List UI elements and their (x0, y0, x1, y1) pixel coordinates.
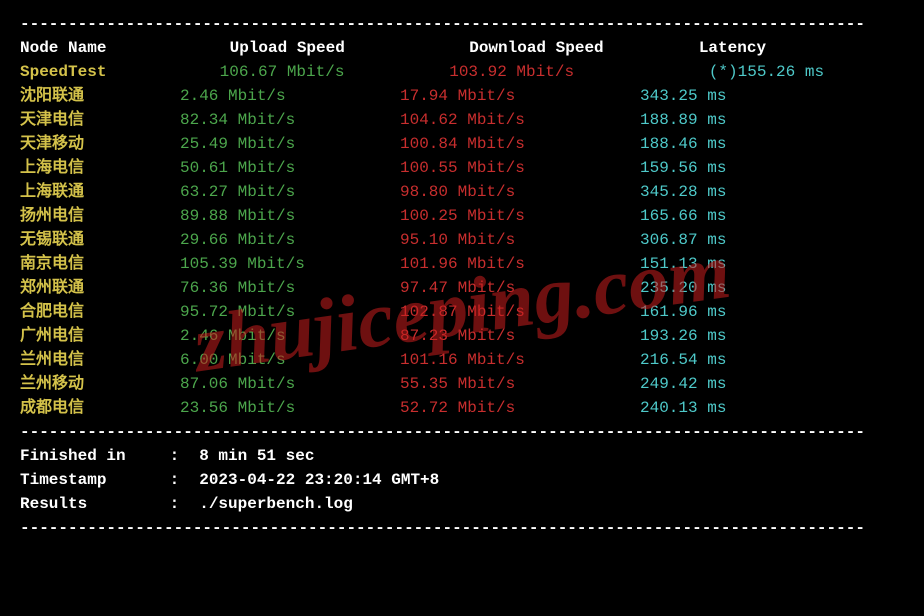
upload-speed: 87.06 Mbit/s (180, 372, 400, 396)
table-row: 郑州联通76.36 Mbit/s97.47 Mbit/s235.20 ms (20, 276, 904, 300)
table-row: 成都电信23.56 Mbit/s52.72 Mbit/s240.13 ms (20, 396, 904, 420)
latency: 343.25 ms (640, 84, 726, 108)
results-value: ./superbench.log (199, 495, 353, 513)
upload-speed: 2.46 Mbit/s (180, 324, 400, 348)
header-download: Download Speed (419, 36, 659, 60)
latency: 188.89 ms (640, 108, 726, 132)
upload-speed: 82.34 Mbit/s (180, 108, 400, 132)
footer-timestamp: Timestamp : 2023-04-22 23:20:14 GMT+8 (20, 468, 904, 492)
table-row: 沈阳联通2.46 Mbit/s17.94 Mbit/s343.25 ms (20, 84, 904, 108)
latency: 345.28 ms (640, 180, 726, 204)
speedtest-name: SpeedTest (20, 60, 180, 84)
node-name: 合肥电信 (20, 300, 180, 324)
speedtest-upload: 106.67 Mbit/s (190, 60, 410, 84)
download-speed: 102.87 Mbit/s (400, 300, 640, 324)
upload-speed: 76.36 Mbit/s (180, 276, 400, 300)
node-name: 上海电信 (20, 156, 180, 180)
upload-speed: 89.88 Mbit/s (180, 204, 400, 228)
download-speed: 52.72 Mbit/s (400, 396, 640, 420)
table-row: 上海电信50.61 Mbit/s100.55 Mbit/s159.56 ms (20, 156, 904, 180)
download-speed: 98.80 Mbit/s (400, 180, 640, 204)
node-name: 天津移动 (20, 132, 180, 156)
header-upload: Upload Speed (190, 36, 410, 60)
upload-speed: 95.72 Mbit/s (180, 300, 400, 324)
upload-speed: 23.56 Mbit/s (180, 396, 400, 420)
finished-label: Finished in (20, 444, 160, 468)
table-row: 天津移动25.49 Mbit/s100.84 Mbit/s188.46 ms (20, 132, 904, 156)
download-speed: 100.25 Mbit/s (400, 204, 640, 228)
node-name: 天津电信 (20, 108, 180, 132)
table-row: 无锡联通29.66 Mbit/s95.10 Mbit/s306.87 ms (20, 228, 904, 252)
latency: 249.42 ms (640, 372, 726, 396)
latency: 235.20 ms (640, 276, 726, 300)
speedtest-download: 103.92 Mbit/s (419, 60, 659, 84)
download-speed: 101.16 Mbit/s (400, 348, 640, 372)
latency: 161.96 ms (640, 300, 726, 324)
speedtest-latency: (*)155.26 ms (669, 60, 824, 84)
latency: 193.26 ms (640, 324, 726, 348)
upload-speed: 105.39 Mbit/s (180, 252, 400, 276)
download-speed: 97.47 Mbit/s (400, 276, 640, 300)
upload-speed: 25.49 Mbit/s (180, 132, 400, 156)
node-name: 沈阳联通 (20, 84, 180, 108)
node-name: 南京电信 (20, 252, 180, 276)
download-speed: 104.62 Mbit/s (400, 108, 640, 132)
table-row: 南京电信105.39 Mbit/s101.96 Mbit/s151.13 ms (20, 252, 904, 276)
download-speed: 95.10 Mbit/s (400, 228, 640, 252)
latency: 306.87 ms (640, 228, 726, 252)
table-row: 合肥电信95.72 Mbit/s102.87 Mbit/s161.96 ms (20, 300, 904, 324)
latency: 216.54 ms (640, 348, 726, 372)
download-speed: 87.23 Mbit/s (400, 324, 640, 348)
node-name: 扬州电信 (20, 204, 180, 228)
table-row: 广州电信2.46 Mbit/s87.23 Mbit/s193.26 ms (20, 324, 904, 348)
divider-top: ----------------------------------------… (20, 12, 904, 36)
node-name: 广州电信 (20, 324, 180, 348)
node-name: 上海联通 (20, 180, 180, 204)
node-name: 兰州电信 (20, 348, 180, 372)
latency: 151.13 ms (640, 252, 726, 276)
node-name: 郑州联通 (20, 276, 180, 300)
upload-speed: 29.66 Mbit/s (180, 228, 400, 252)
latency: 240.13 ms (640, 396, 726, 420)
table-row: 扬州电信89.88 Mbit/s100.25 Mbit/s165.66 ms (20, 204, 904, 228)
speedtest-row: SpeedTest 106.67 Mbit/s 103.92 Mbit/s (*… (20, 60, 904, 84)
colon: : (170, 468, 190, 492)
timestamp-label: Timestamp (20, 468, 160, 492)
download-speed: 101.96 Mbit/s (400, 252, 640, 276)
colon: : (170, 444, 190, 468)
upload-speed: 6.00 Mbit/s (180, 348, 400, 372)
divider-bottom: ----------------------------------------… (20, 420, 904, 444)
table-row: 兰州电信6.00 Mbit/s101.16 Mbit/s216.54 ms (20, 348, 904, 372)
upload-speed: 63.27 Mbit/s (180, 180, 400, 204)
download-speed: 100.84 Mbit/s (400, 132, 640, 156)
finished-value: 8 min 51 sec (199, 447, 314, 465)
latency: 165.66 ms (640, 204, 726, 228)
upload-speed: 50.61 Mbit/s (180, 156, 400, 180)
latency: 159.56 ms (640, 156, 726, 180)
download-speed: 55.35 Mbit/s (400, 372, 640, 396)
node-name: 无锡联通 (20, 228, 180, 252)
latency: 188.46 ms (640, 132, 726, 156)
download-speed: 17.94 Mbit/s (400, 84, 640, 108)
header-node: Node Name (20, 36, 180, 60)
timestamp-value: 2023-04-22 23:20:14 GMT+8 (199, 471, 439, 489)
download-speed: 100.55 Mbit/s (400, 156, 640, 180)
table-row: 上海联通63.27 Mbit/s98.80 Mbit/s345.28 ms (20, 180, 904, 204)
table-header: Node Name Upload Speed Download Speed La… (20, 36, 904, 60)
header-latency: Latency (669, 36, 766, 60)
table-body: 沈阳联通2.46 Mbit/s17.94 Mbit/s343.25 ms天津电信… (20, 84, 904, 420)
colon: : (170, 492, 190, 516)
footer-results: Results : ./superbench.log (20, 492, 904, 516)
node-name: 成都电信 (20, 396, 180, 420)
table-row: 天津电信82.34 Mbit/s104.62 Mbit/s188.89 ms (20, 108, 904, 132)
footer-finished: Finished in : 8 min 51 sec (20, 444, 904, 468)
upload-speed: 2.46 Mbit/s (180, 84, 400, 108)
table-row: 兰州移动87.06 Mbit/s55.35 Mbit/s249.42 ms (20, 372, 904, 396)
divider-end: ----------------------------------------… (20, 516, 904, 540)
results-label: Results (20, 492, 160, 516)
node-name: 兰州移动 (20, 372, 180, 396)
